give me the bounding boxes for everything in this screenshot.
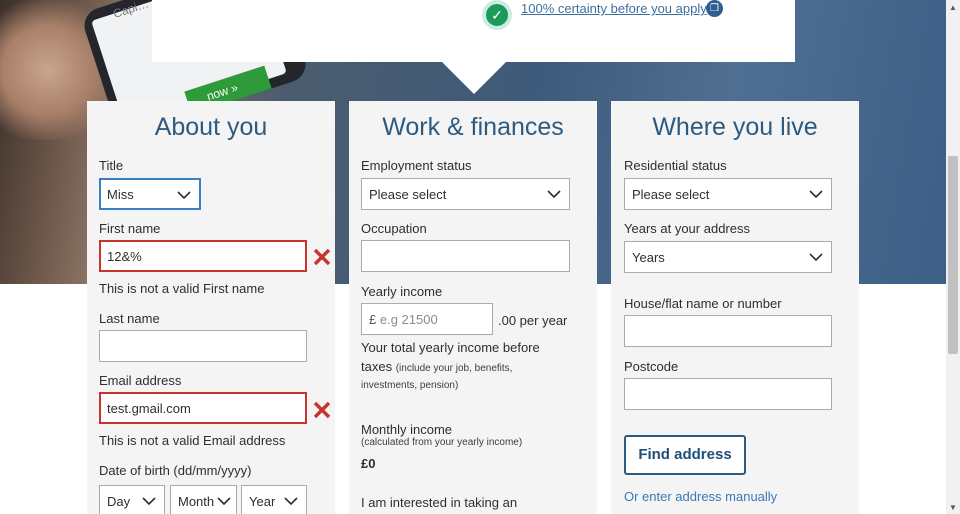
title-select-value: Miss [107, 187, 134, 202]
title-select[interactable]: Miss [99, 178, 201, 210]
monthly-help: (calculated from your yearly income) [361, 437, 523, 448]
occupation-label: Occupation [361, 221, 427, 236]
email-input[interactable]: test.gmail.com [99, 392, 307, 424]
income-help-small: (include your job, benefits, [395, 363, 513, 374]
dob-year-select[interactable]: Year [241, 485, 307, 514]
about-you-heading: About you [154, 113, 268, 141]
chevron-down-icon [809, 190, 823, 199]
popout-icon[interactable]: ❐ [706, 0, 723, 17]
years-label: Years at your address [624, 221, 750, 236]
check-icon: ✓ [486, 4, 508, 26]
postcode-input[interactable] [624, 378, 832, 410]
work-finances-panel: Work & finances Employment status Please… [349, 101, 597, 514]
employment-value: Please select [369, 187, 447, 202]
first-name-error: This is not a valid First name [99, 281, 265, 296]
work-finances-heading: Work & finances [382, 113, 564, 141]
interest-text: I am interested in taking an [361, 495, 518, 510]
last-name-input[interactable] [99, 330, 307, 362]
monthly-value: £0 [361, 456, 376, 471]
email-label: Email address [99, 373, 182, 388]
email-value: test.gmail.com [107, 401, 191, 416]
first-name-value: 12&% [107, 249, 142, 264]
chevron-down-icon [284, 497, 298, 506]
income-suffix: .00 per year [498, 313, 568, 328]
years-select[interactable]: Years [624, 241, 832, 273]
income-placeholder: e.g 21500 [379, 312, 438, 327]
house-label: House/flat name or number [624, 296, 782, 311]
employment-select[interactable]: Please select [361, 178, 570, 210]
dob-month-select[interactable]: Month [170, 485, 237, 514]
certainty-link[interactable]: 100% certainty before you apply [521, 1, 707, 16]
income-help: Your total yearly income before [361, 340, 540, 355]
error-x-icon [313, 248, 331, 266]
dob-month-value: Month [178, 494, 215, 509]
last-name-label: Last name [99, 311, 160, 326]
income-help-line2: taxes (include your job, benefits, [361, 359, 512, 374]
income-prefix: £ [369, 312, 377, 327]
chevron-down-icon [217, 497, 231, 506]
dob-day-value: Day [107, 494, 131, 509]
first-name-label: First name [99, 221, 161, 236]
about-you-panel: About you Title Miss First name 12&% Thi… [87, 101, 335, 514]
income-label: Yearly income [361, 284, 443, 299]
residential-label: Residential status [624, 158, 727, 173]
employment-label: Employment status [361, 158, 472, 173]
where-you-live-panel: Where you live Residential status Please… [611, 101, 859, 514]
dob-year-value: Year [249, 494, 276, 509]
enter-address-manually-link[interactable]: Or enter address manually [624, 489, 777, 504]
years-value: Years [632, 250, 665, 265]
email-error: This is not a valid Email address [99, 433, 286, 448]
chevron-down-icon [177, 191, 191, 200]
house-input[interactable] [624, 315, 832, 347]
dob-label: Date of birth (dd/mm/yyyy) [99, 463, 252, 478]
chevron-down-icon [142, 497, 156, 506]
first-name-input[interactable]: 12&% [99, 240, 307, 272]
where-you-live-heading: Where you live [652, 113, 818, 141]
title-label: Title [99, 158, 124, 173]
income-input[interactable]: £ e.g 21500 [361, 303, 493, 335]
monthly-label: Monthly income [361, 422, 453, 437]
dob-day-select[interactable]: Day [99, 485, 165, 514]
scroll-up-icon[interactable]: ▲ [949, 3, 957, 12]
chevron-down-icon [809, 253, 823, 262]
occupation-input[interactable] [361, 240, 570, 272]
postcode-label: Postcode [624, 359, 679, 374]
banner-pointer [442, 62, 506, 94]
find-address-button[interactable]: Find address [624, 435, 746, 475]
error-x-icon [313, 401, 331, 419]
income-help-small-2: investments, pension) [361, 380, 459, 391]
scroll-down-icon[interactable]: ▼ [949, 503, 957, 512]
residential-select[interactable]: Please select [624, 178, 832, 210]
income-help-taxes: taxes [361, 359, 393, 374]
scrollbar-thumb[interactable] [948, 156, 958, 354]
chevron-down-icon [547, 190, 561, 199]
residential-value: Please select [632, 187, 710, 202]
